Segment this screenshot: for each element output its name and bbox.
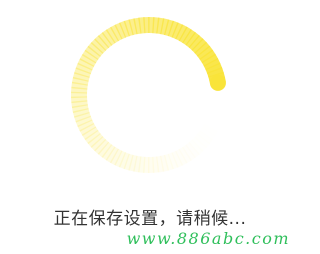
- loading-spinner-icon: [64, 10, 234, 180]
- watermark-text: www.886abc.com: [126, 229, 290, 248]
- spinner-graphic: [71, 17, 226, 173]
- spinner-arc: [71, 17, 226, 173]
- status-message: 正在保存设置，请稍候...: [53, 209, 247, 229]
- spinner-head: [209, 74, 226, 91]
